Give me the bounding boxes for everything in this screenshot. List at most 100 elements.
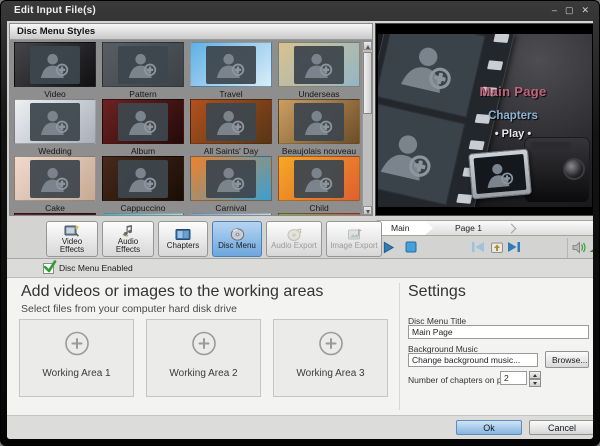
edit-input-files-dialog: Edit Input File(s) – ▢ ✕ Disc Menu Style… xyxy=(0,0,600,446)
disc-menu-button[interactable]: Disc Menu xyxy=(212,221,262,257)
chevron-right-icon xyxy=(507,223,517,233)
vertical-divider xyxy=(399,283,400,410)
person-placeholder-icon xyxy=(378,124,445,184)
video-effects-button[interactable]: Video Effects xyxy=(46,221,98,257)
preview-menu-title: Main Page xyxy=(444,84,582,99)
style-placeholder xyxy=(118,103,168,141)
person-placeholder-icon xyxy=(125,165,161,192)
disc-menu-icon xyxy=(230,228,245,241)
disc-menu-style-item[interactable]: Cappuccino xyxy=(99,155,187,212)
tab-page-1[interactable]: Page 1 xyxy=(455,223,482,233)
volume-slider[interactable] xyxy=(587,239,593,255)
next-chapter-button[interactable] xyxy=(505,239,522,255)
disc-menu-title-input[interactable] xyxy=(408,325,589,339)
play-button[interactable] xyxy=(380,239,397,255)
disc-menu-style-item[interactable] xyxy=(11,212,99,215)
cancel-button[interactable]: Cancel xyxy=(529,420,593,435)
person-placeholder-icon xyxy=(213,108,249,135)
close-button[interactable]: ✕ xyxy=(581,4,589,16)
parent-menu-button[interactable] xyxy=(488,239,505,255)
person-placeholder-icon xyxy=(37,165,73,192)
style-placeholder xyxy=(118,46,168,84)
disc-menu-style-item[interactable]: Video xyxy=(11,41,99,98)
scrollbar-thumb[interactable] xyxy=(363,52,372,114)
disc-menu-style-item[interactable]: Travel xyxy=(187,41,275,98)
minimize-button[interactable]: – xyxy=(552,4,557,16)
browse-button[interactable]: Browse... xyxy=(545,351,589,368)
style-placeholder xyxy=(294,46,344,84)
disc-menu-style-item[interactable]: Cake xyxy=(11,155,99,212)
scroll-up-button[interactable] xyxy=(363,41,372,50)
add-file-plus-icon xyxy=(318,331,344,362)
working-area-label: Working Area 2 xyxy=(147,368,260,379)
background-music-input[interactable] xyxy=(408,353,538,367)
audio-effects-icon xyxy=(121,224,135,237)
speaker-icon[interactable] xyxy=(571,239,588,255)
audio-export-button[interactable]: Audio Export xyxy=(266,221,322,257)
style-placeholder xyxy=(30,160,80,198)
title-bar[interactable]: Edit Input File(s) – ▢ ✕ xyxy=(1,1,599,21)
previous-chapter-button[interactable] xyxy=(469,239,486,255)
audio-effects-button[interactable]: Audio Effects xyxy=(102,221,154,257)
add-file-plus-icon xyxy=(191,331,217,362)
working-areas-subheading: Select files from your computer hard dis… xyxy=(21,303,237,315)
person-placeholder-icon xyxy=(37,51,73,78)
style-thumbnail xyxy=(102,99,184,144)
person-placeholder-icon xyxy=(482,160,518,189)
disc-menu-style-item[interactable]: Carnival xyxy=(187,155,275,212)
styles-grid-viewport: Video Pattern Travel Underseas xyxy=(10,41,372,215)
disc-menu-enabled-checkbox[interactable] xyxy=(43,263,54,274)
disc-menu-style-item[interactable]: Wedding xyxy=(11,98,99,155)
disc-menu-style-item[interactable]: Pattern xyxy=(99,41,187,98)
disc-menu-style-item[interactable] xyxy=(275,212,363,215)
image-export-button[interactable]: Image Export xyxy=(326,221,382,257)
disc-menu-style-item[interactable]: Album xyxy=(99,98,187,155)
chapters-button[interactable]: Chapters xyxy=(158,221,208,257)
style-placeholder xyxy=(294,103,344,141)
style-thumbnail xyxy=(14,42,96,87)
disc-menu-styles-panel: Disc Menu Styles Video Pattern xyxy=(9,23,373,216)
tab-main[interactable]: Main xyxy=(377,221,433,235)
working-area-dropzone[interactable]: Working Area 1 xyxy=(19,319,134,397)
spinner-up-button[interactable] xyxy=(529,371,541,379)
content-area: Add videos or images to the working area… xyxy=(7,278,593,415)
person-placeholder-icon xyxy=(37,108,73,135)
working-area-dropzone[interactable]: Working Area 2 xyxy=(146,319,261,397)
video-effects-icon xyxy=(64,224,80,237)
camcorder-graphic xyxy=(470,127,592,207)
disc-menu-style-item[interactable] xyxy=(99,212,187,215)
person-placeholder-icon xyxy=(301,51,337,78)
window-title: Edit Input File(s) xyxy=(14,5,96,16)
style-placeholder xyxy=(206,46,256,84)
disc-menu-style-item[interactable]: Child xyxy=(275,155,363,212)
stop-button[interactable] xyxy=(402,239,419,255)
style-thumbnail xyxy=(102,42,184,87)
preview-chapters-link[interactable]: Chapters xyxy=(444,110,582,122)
spinner-down-button[interactable] xyxy=(529,379,541,387)
mode-toolbar: Video Effects Audio Effects Chapters Dis… xyxy=(46,221,382,257)
chapters-per-page-input[interactable] xyxy=(500,371,527,385)
disc-menu-style-item[interactable]: All Saints' Day xyxy=(187,98,275,155)
scroll-down-button[interactable] xyxy=(363,206,372,215)
volume-group xyxy=(567,238,593,258)
maximize-button[interactable]: ▢ xyxy=(565,4,574,16)
disc-menu-style-item[interactable]: Beaujolais nouveau xyxy=(275,98,363,155)
style-thumbnail xyxy=(14,213,96,215)
working-area-dropzone[interactable]: Working Area 3 xyxy=(273,319,388,397)
person-placeholder-icon xyxy=(125,51,161,78)
styles-scrollbar[interactable] xyxy=(362,41,372,215)
working-areas-heading: Add videos or images to the working area… xyxy=(21,283,323,301)
camera-lens xyxy=(563,158,585,180)
ok-button[interactable]: Ok xyxy=(456,420,522,435)
style-thumbnail xyxy=(190,42,272,87)
style-thumbnail xyxy=(190,156,272,201)
person-placeholder-icon xyxy=(213,165,249,192)
style-grid: Video Pattern Travel Underseas xyxy=(10,41,372,215)
style-thumbnail xyxy=(278,213,360,215)
style-placeholder xyxy=(206,103,256,141)
disc-menu-style-item[interactable]: Underseas xyxy=(275,41,363,98)
disc-menu-enabled-label: Disc Menu Enabled xyxy=(59,263,133,273)
chapters-spinner xyxy=(529,371,541,387)
disc-menu-style-item[interactable] xyxy=(187,212,275,215)
working-area-label: Working Area 3 xyxy=(274,368,387,379)
